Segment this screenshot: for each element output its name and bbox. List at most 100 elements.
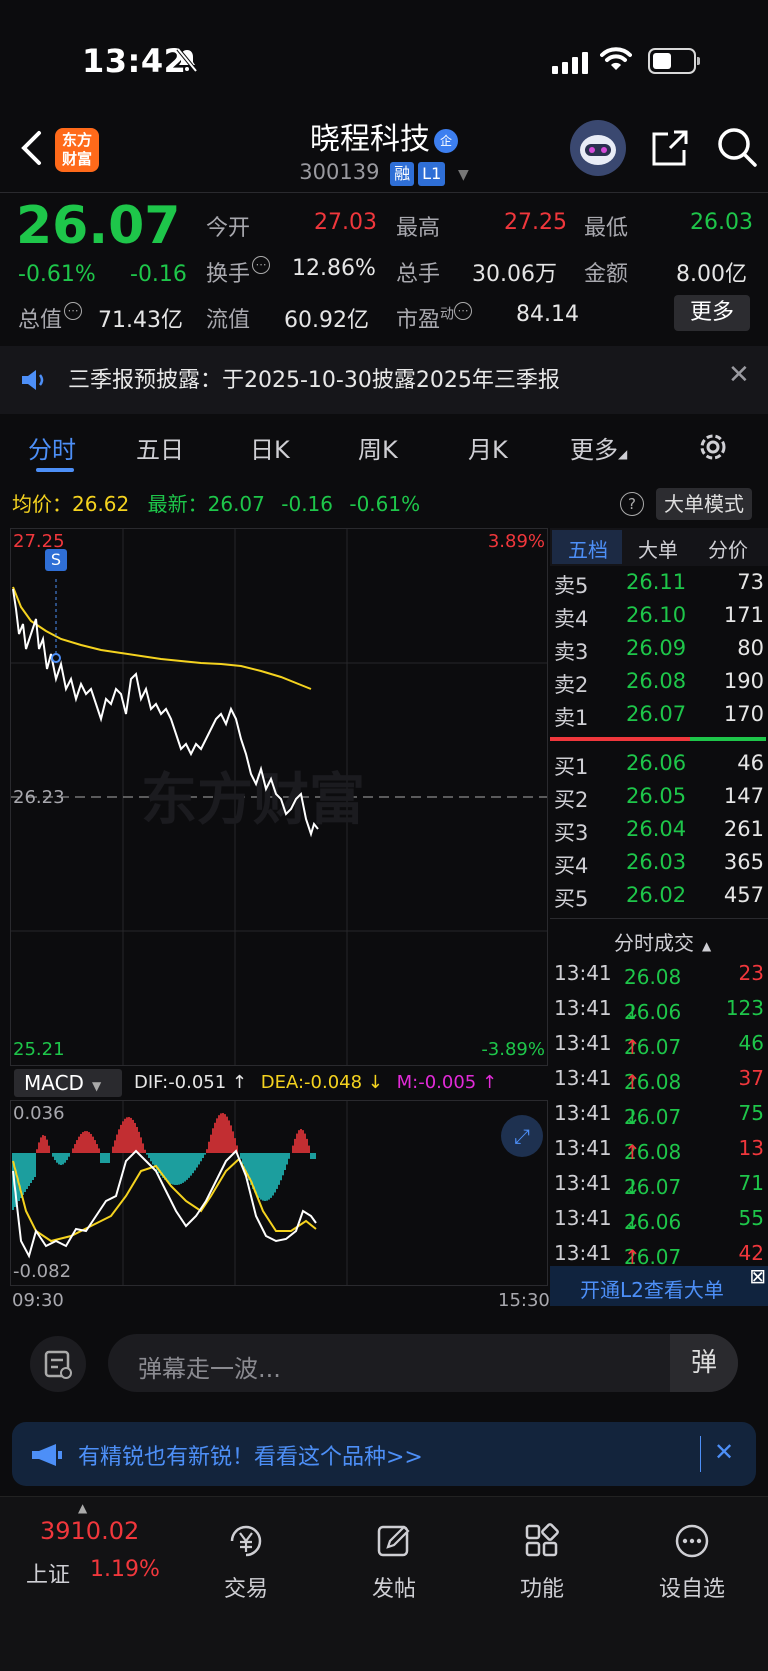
tab-more[interactable]: 更多◢ <box>570 430 627 465</box>
low-label: 最低 <box>584 216 629 241</box>
level-label: 卖5 <box>554 574 589 598</box>
level-label: 买5 <box>554 887 589 911</box>
more-dots-icon <box>675 1524 709 1558</box>
amount-value: 8.00亿 <box>676 262 747 287</box>
ticks-title[interactable]: 分时成交 ▲ <box>614 927 711 956</box>
tick-time: 13:41 <box>554 1206 612 1230</box>
open-value: 27.03 <box>314 210 377 235</box>
macd-m: M:-0.005 ↑ <box>396 1072 498 1093</box>
l2-upgrade-bar[interactable]: 开通L2查看大单 ⊠ <box>550 1264 768 1306</box>
grid-apps-icon <box>525 1523 559 1557</box>
tick-volume: 55 <box>738 1206 764 1230</box>
tab-five-levels[interactable]: 五档 <box>568 534 608 563</box>
tick-time: 13:41 <box>554 1031 612 1055</box>
level-price: 26.04 <box>626 817 687 841</box>
close-icon[interactable]: ⊠ <box>749 1264 766 1288</box>
tick-row: 13:41 26.08 ↑ 13 <box>554 1136 764 1164</box>
verified-badge: 企 <box>434 128 458 153</box>
level-volume: 73 <box>737 570 764 594</box>
tab-daily-k[interactable]: 日K <box>250 430 290 465</box>
pe-value: 84.14 <box>516 302 579 327</box>
danmu-placeholder: 弹幕走一波... <box>138 1355 281 1383</box>
tick-row: 13:41 26.07 ↓ 75 <box>554 1101 764 1129</box>
edit-post-icon <box>377 1525 410 1557</box>
big-order-mode-button[interactable]: 大单模式 <box>656 488 752 520</box>
indicator-select[interactable]: MACD ▼ <box>14 1069 122 1097</box>
danmu-list-icon[interactable] <box>30 1336 86 1392</box>
close-icon[interactable]: ✕ <box>714 1438 734 1466</box>
volume-label: 总手 <box>396 262 441 287</box>
ask-level-row[interactable]: 卖4 26.10 171 <box>550 599 768 632</box>
tick-volume: 123 <box>725 996 764 1020</box>
speaker-icon <box>22 370 44 390</box>
intraday-chart[interactable]: 东方财富 S 27.25 26.23 25.21 3.89% -3.89% <box>10 528 548 1066</box>
trade-yen-icon <box>230 1525 262 1557</box>
level-volume: 170 <box>723 702 764 726</box>
bell-muted-icon <box>176 48 198 72</box>
nav-trade[interactable]: 交易 <box>196 1521 296 1603</box>
ask-level-row[interactable]: 卖2 26.08 190 <box>550 665 768 698</box>
tab-monthly-k[interactable]: 月K <box>468 430 508 465</box>
stock-name: 晓程科技 <box>310 122 430 157</box>
tab-weekly-k[interactable]: 周K <box>358 430 398 465</box>
mktcap-value: 71.43亿 <box>98 308 183 333</box>
tick-volume: 42 <box>738 1241 764 1265</box>
bid-level-row[interactable]: 买2 26.05 147 <box>550 780 768 813</box>
index-value[interactable]: 3910.02 <box>40 1517 139 1545</box>
danmu-input[interactable]: 弹幕走一波... 弹 <box>108 1334 738 1392</box>
ask-level-row[interactable]: 卖1 26.07 170 <box>550 698 768 731</box>
period-tabs: 分时 五日 日K 周K 月K 更多◢ <box>0 414 768 476</box>
tab-five-day[interactable]: 五日 <box>136 430 184 465</box>
promo-banner[interactable]: 有精锐也有新锐！看看这个品种>> ✕ <box>12 1422 756 1486</box>
high-value: 27.25 <box>504 210 567 235</box>
tick-row: 13:41 26.06 ↓ 123 <box>554 996 764 1024</box>
time-start: 09:30 <box>12 1290 64 1311</box>
tab-big-orders[interactable]: 大单 <box>638 534 678 563</box>
ask-level-row[interactable]: 卖5 26.11 73 <box>550 566 768 599</box>
tick-row: 13:41 26.06 ↓ 55 <box>554 1206 764 1234</box>
s-marker[interactable]: S <box>45 549 67 571</box>
ask-level-row[interactable]: 卖3 26.09 80 <box>550 632 768 665</box>
bid-level-row[interactable]: 买5 26.02 457 <box>550 879 768 912</box>
expand-icon[interactable]: ⤢ <box>501 1115 543 1157</box>
level-label: 买2 <box>554 788 589 812</box>
danmu-toggle-button[interactable]: 弹 <box>670 1334 738 1392</box>
nav-functions[interactable]: 功能 <box>492 1521 592 1603</box>
macd-header: MACD ▼ DIF:-0.051 ↑ DEA:-0.048 ↓ M:-0.005… <box>10 1066 548 1100</box>
tab-intraday[interactable]: 分时 <box>28 430 76 465</box>
assistant-robot-icon[interactable] <box>570 120 626 176</box>
pct-bottom-label: -3.89% <box>481 1039 545 1060</box>
macd-chart[interactable]: 0.036 -0.082 ⤢ <box>10 1100 548 1286</box>
more-button[interactable]: 更多 <box>674 295 750 331</box>
tick-volume: 23 <box>738 961 764 985</box>
info-icon[interactable]: ⋯ <box>64 302 83 320</box>
info-icon[interactable]: ⋯ <box>252 256 271 274</box>
turnover-value: 12.86% <box>292 256 376 281</box>
y-top-label: 27.25 <box>13 531 65 552</box>
settings-gear-icon[interactable] <box>696 430 730 464</box>
change-percent: -0.61% <box>18 262 96 287</box>
chevron-up-icon[interactable]: ▲ <box>78 1501 87 1515</box>
bid-level-row[interactable]: 买4 26.03 365 <box>550 846 768 879</box>
level-label: 买4 <box>554 854 589 878</box>
share-icon[interactable] <box>650 128 690 168</box>
nav-add-watchlist[interactable]: 设自选 <box>642 1521 742 1603</box>
close-icon[interactable]: ✕ <box>728 360 750 390</box>
help-icon[interactable]: ? <box>620 492 644 516</box>
bid-level-row[interactable]: 买3 26.04 261 <box>550 813 768 846</box>
turnover-label: 换手 ⋯ <box>206 256 271 288</box>
chevron-down-icon: ▼ <box>457 167 469 183</box>
low-value: 26.03 <box>690 210 753 235</box>
tick-volume: 46 <box>738 1031 764 1055</box>
search-icon[interactable] <box>716 126 758 168</box>
bid-level-row[interactable]: 买1 26.06 46 <box>550 747 768 780</box>
tab-price-dist[interactable]: 分价 <box>708 534 748 563</box>
high-label: 最高 <box>396 216 441 241</box>
level-price: 26.06 <box>626 751 687 775</box>
tick-time: 13:41 <box>554 1101 612 1125</box>
level-price: 26.11 <box>626 570 687 594</box>
notice-banner[interactable]: 三季报预披露：于2025-10-30披露2025年三季报 ✕ <box>0 346 768 414</box>
status-bar: 13:42 <box>0 0 768 120</box>
info-icon[interactable]: ⋯ <box>454 302 473 320</box>
nav-post[interactable]: 发帖 <box>344 1521 444 1603</box>
